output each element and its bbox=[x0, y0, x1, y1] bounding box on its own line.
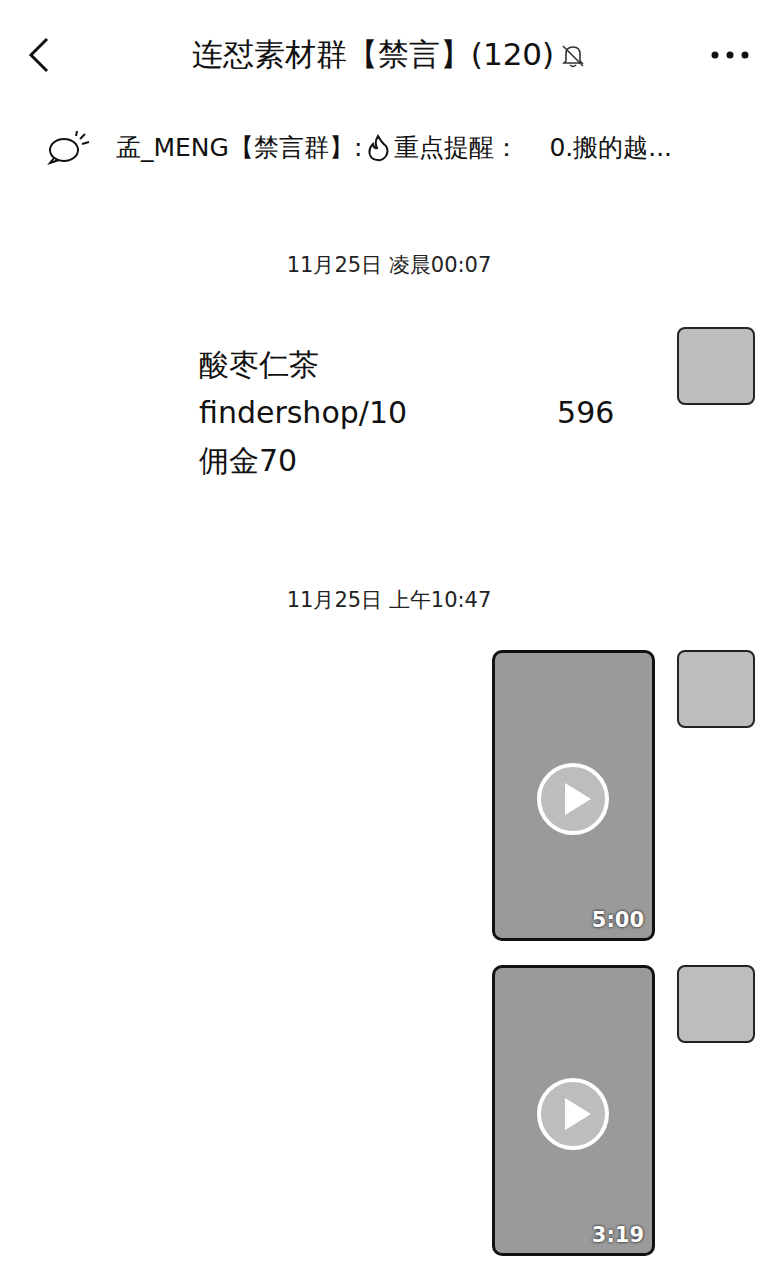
message-text: findershop/10 bbox=[199, 389, 407, 437]
message-row: 5:00 bbox=[0, 650, 778, 941]
chat-screen: 连怼素材群【禁言】(120) 孟_MENG【禁言群】: 重点提醒： 0.搬的越.… bbox=[0, 0, 778, 1280]
back-chevron-icon bbox=[28, 37, 50, 73]
pinned-announcement[interactable]: 孟_MENG【禁言群】: 重点提醒： 0.搬的越... bbox=[0, 110, 778, 185]
text-bubble[interactable]: 酸枣仁茶findershop/10 596 佣金70 bbox=[175, 327, 655, 501]
pinned-preview: 0.搬的越... bbox=[549, 131, 672, 164]
announcement-bubble-icon bbox=[46, 131, 92, 165]
message-text: 酸枣仁茶 bbox=[199, 341, 319, 389]
pinned-sender: 孟_MENG【禁言群】: bbox=[116, 131, 362, 164]
avatar[interactable] bbox=[677, 965, 755, 1043]
message-text: 佣金70 bbox=[199, 437, 297, 485]
video-message[interactable]: 5:00 bbox=[492, 650, 655, 941]
play-icon bbox=[535, 761, 611, 837]
message-line: 酸枣仁茶 bbox=[199, 341, 631, 389]
message-line: findershop/10 596 bbox=[199, 389, 631, 437]
message-row: 酸枣仁茶findershop/10 596 佣金70 bbox=[0, 327, 778, 501]
more-button[interactable] bbox=[694, 50, 754, 60]
avatar[interactable] bbox=[677, 327, 755, 405]
more-dots-icon bbox=[710, 50, 750, 60]
message-row: 3:19 bbox=[0, 965, 778, 1256]
video-message[interactable]: 3:19 bbox=[492, 965, 655, 1256]
back-button[interactable] bbox=[24, 37, 84, 73]
play-icon bbox=[535, 1076, 611, 1152]
chat-title-text: 连怼素材群【禁言】(120) bbox=[192, 34, 554, 76]
timestamp: 11月25日 凌晨00:07 bbox=[0, 185, 778, 327]
video-duration: 3:19 bbox=[592, 1223, 644, 1247]
video-duration: 5:00 bbox=[592, 908, 644, 932]
fire-icon bbox=[366, 134, 390, 162]
chat-header: 连怼素材群【禁言】(120) bbox=[0, 0, 778, 110]
muted-bell-icon bbox=[560, 42, 586, 68]
pinned-label: 重点提醒： bbox=[394, 131, 519, 164]
avatar[interactable] bbox=[677, 650, 755, 728]
chat-title: 连怼素材群【禁言】(120) bbox=[84, 34, 694, 76]
message-line: 佣金70 bbox=[199, 437, 631, 485]
message-list: 11月25日 凌晨00:07 酸枣仁茶findershop/10 596 佣金70 1… bbox=[0, 185, 778, 1280]
timestamp: 11月25日 上午10:47 bbox=[0, 525, 778, 650]
message-text: 596 bbox=[557, 389, 614, 437]
